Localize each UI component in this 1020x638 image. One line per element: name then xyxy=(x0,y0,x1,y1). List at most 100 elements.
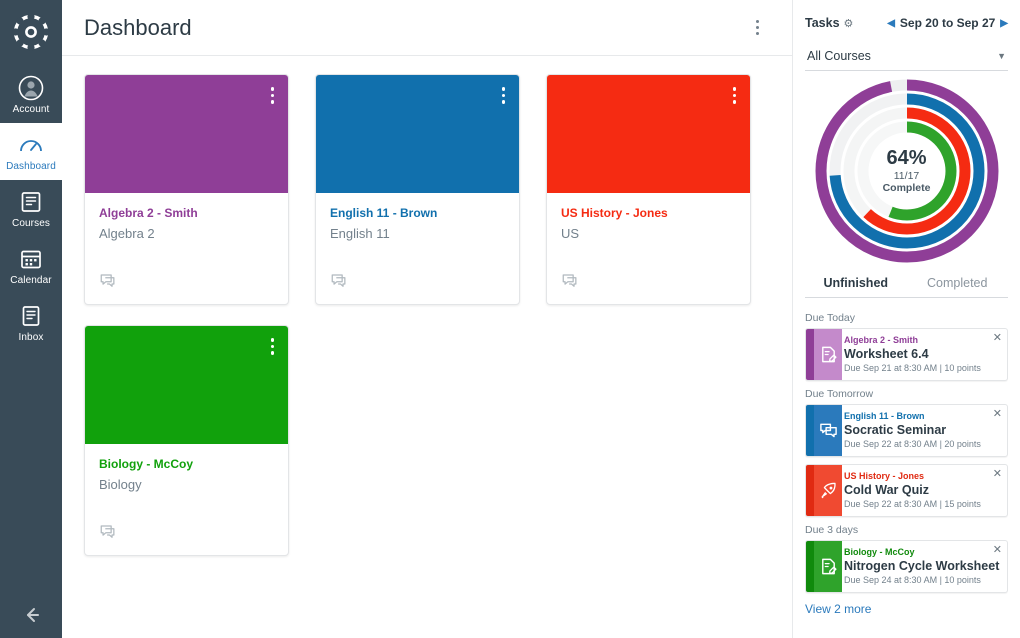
tasks-header: Tasks ⚙ ◀ Sep 20 to Sep 27 ▶ xyxy=(805,10,1008,36)
course-card-subtitle: US xyxy=(561,226,736,241)
announcement-icon[interactable] xyxy=(561,271,579,294)
task-details: Biology - McCoyNitrogen Cycle WorksheetD… xyxy=(842,541,1007,592)
course-filter-value: All Courses xyxy=(807,49,871,63)
due-date-label: Due Today xyxy=(805,312,1008,324)
course-card-body: Biology - McCoy Biology xyxy=(85,444,288,522)
sidebar-item-calendar[interactable]: Calendar xyxy=(0,237,62,294)
donut-rings: 64% 11/17 Complete xyxy=(813,77,1001,265)
sidebar-item-label: Dashboard xyxy=(0,161,62,172)
sidebar-item-account[interactable]: Account xyxy=(0,66,62,123)
main-region: Dashboard Algebra 2 - Smith Algebra 2 xyxy=(62,0,1020,638)
course-card-options-button[interactable] xyxy=(729,83,741,108)
gear-icon[interactable]: ⚙ xyxy=(844,17,854,30)
course-card-link[interactable]: US History - Jones xyxy=(561,205,736,221)
close-icon[interactable]: ✕ xyxy=(993,333,1002,343)
discussion-icon xyxy=(814,405,842,456)
tasks-title: Tasks xyxy=(805,16,840,30)
donut-fraction: 11/17 xyxy=(894,170,920,182)
course-card-footer xyxy=(547,271,750,304)
course-card[interactable]: Algebra 2 - Smith Algebra 2 xyxy=(84,74,289,305)
task-meta: Due Sep 24 at 8:30 AM | 10 points xyxy=(844,574,1003,586)
canvas-logo-icon[interactable] xyxy=(11,12,51,52)
task-details: English 11 - BrownSocratic SeminarDue Se… xyxy=(842,405,1007,456)
task-course-link[interactable]: Biology - McCoy xyxy=(844,546,1003,558)
chevron-down-icon: ▼ xyxy=(997,51,1006,61)
sidebar-item-label: Account xyxy=(0,104,62,115)
task-details: US History - JonesCold War QuizDue Sep 2… xyxy=(842,465,1007,516)
tab-unfinished[interactable]: Unfinished xyxy=(805,271,907,297)
chevron-left-icon[interactable]: ◀ xyxy=(887,18,895,29)
due-date-label: Due 3 days xyxy=(805,524,1008,536)
course-card-body: US History - Jones US xyxy=(547,193,750,271)
task-title[interactable]: Socratic Seminar xyxy=(844,422,1003,438)
task-meta: Due Sep 22 at 8:30 AM | 20 points xyxy=(844,438,1003,450)
course-card-header xyxy=(316,75,519,193)
course-card-link[interactable]: Biology - McCoy xyxy=(99,456,274,472)
canvas-dashboard-app: Account Dashboard Courses xyxy=(0,0,1020,638)
course-card-link[interactable]: English 11 - Brown xyxy=(330,205,505,221)
course-filter-select[interactable]: All Courses ▼ xyxy=(805,44,1008,71)
course-card-link[interactable]: Algebra 2 - Smith xyxy=(99,205,274,221)
course-card-subtitle: English 11 xyxy=(330,226,505,241)
course-card[interactable]: Biology - McCoy Biology xyxy=(84,325,289,556)
task-item[interactable]: English 11 - BrownSocratic SeminarDue Se… xyxy=(805,404,1008,457)
course-card-body: English 11 - Brown English 11 xyxy=(316,193,519,271)
task-course-link[interactable]: Algebra 2 - Smith xyxy=(844,334,1003,346)
donut-center-label: 64% 11/17 Complete xyxy=(813,77,1001,265)
courses-book-icon xyxy=(0,189,62,215)
view-more-link[interactable]: View 2 more xyxy=(805,602,871,616)
task-item[interactable]: Algebra 2 - SmithWorksheet 6.4Due Sep 21… xyxy=(805,328,1008,381)
chevron-right-icon[interactable]: ▶ xyxy=(1000,18,1008,29)
task-color-bar xyxy=(806,465,814,516)
inbox-icon xyxy=(0,303,62,329)
global-navigation: Account Dashboard Courses xyxy=(0,0,62,638)
course-card-options-button[interactable] xyxy=(267,83,279,108)
task-course-link[interactable]: US History - Jones xyxy=(844,470,1003,482)
task-title[interactable]: Worksheet 6.4 xyxy=(844,346,1003,362)
task-color-bar xyxy=(806,405,814,456)
sidebar-item-label: Courses xyxy=(0,218,62,229)
task-list: Due TodayAlgebra 2 - SmithWorksheet 6.4D… xyxy=(805,306,1008,638)
course-card[interactable]: English 11 - Brown English 11 xyxy=(315,74,520,305)
course-card-options-button[interactable] xyxy=(267,334,279,359)
calendar-icon xyxy=(0,246,62,272)
assignment-icon xyxy=(814,329,842,380)
task-item[interactable]: Biology - McCoyNitrogen Cycle WorksheetD… xyxy=(805,540,1008,593)
task-course-link[interactable]: English 11 - Brown xyxy=(844,410,1003,422)
collapse-arrow-icon[interactable] xyxy=(0,605,62,630)
donut-percent: 64% xyxy=(886,148,926,168)
course-card-footer xyxy=(85,271,288,304)
donut-status: Complete xyxy=(883,182,931,194)
announcement-icon[interactable] xyxy=(330,271,348,294)
page-header: Dashboard xyxy=(62,0,792,56)
close-icon[interactable]: ✕ xyxy=(993,409,1002,419)
task-title[interactable]: Nitrogen Cycle Worksheet xyxy=(844,558,1003,574)
close-icon[interactable]: ✕ xyxy=(993,469,1002,479)
sidebar-item-dashboard[interactable]: Dashboard xyxy=(0,123,62,180)
sidebar-item-courses[interactable]: Courses xyxy=(0,180,62,237)
announcement-icon[interactable] xyxy=(99,522,117,545)
course-card-header xyxy=(85,326,288,444)
announcement-icon[interactable] xyxy=(99,271,117,294)
close-icon[interactable]: ✕ xyxy=(993,545,1002,555)
task-title[interactable]: Cold War Quiz xyxy=(844,482,1003,498)
task-item[interactable]: US History - JonesCold War QuizDue Sep 2… xyxy=(805,464,1008,517)
page-title: Dashboard xyxy=(84,15,744,41)
sidebar-item-inbox[interactable]: Inbox xyxy=(0,294,62,351)
tasks-tabs: Unfinished Completed xyxy=(805,271,1008,298)
sidebar-item-label: Inbox xyxy=(0,332,62,343)
task-details: Algebra 2 - SmithWorksheet 6.4Due Sep 21… xyxy=(842,329,1007,380)
dashboard-icon xyxy=(0,132,62,158)
date-range-nav: ◀ Sep 20 to Sep 27 ▶ xyxy=(887,16,1008,30)
course-card-options-button[interactable] xyxy=(498,83,510,108)
task-color-bar xyxy=(806,329,814,380)
task-meta: Due Sep 22 at 8:30 AM | 15 points xyxy=(844,498,1003,510)
tab-completed[interactable]: Completed xyxy=(907,271,1009,297)
course-card[interactable]: US History - Jones US xyxy=(546,74,751,305)
course-card-subtitle: Algebra 2 xyxy=(99,226,274,241)
course-card-body: Algebra 2 - Smith Algebra 2 xyxy=(85,193,288,271)
course-card-grid: Algebra 2 - Smith Algebra 2 E xyxy=(62,56,792,574)
dashboard-options-button[interactable] xyxy=(744,15,770,41)
dashboard-content: Dashboard Algebra 2 - Smith Algebra 2 xyxy=(62,0,792,638)
course-card-footer xyxy=(85,522,288,555)
